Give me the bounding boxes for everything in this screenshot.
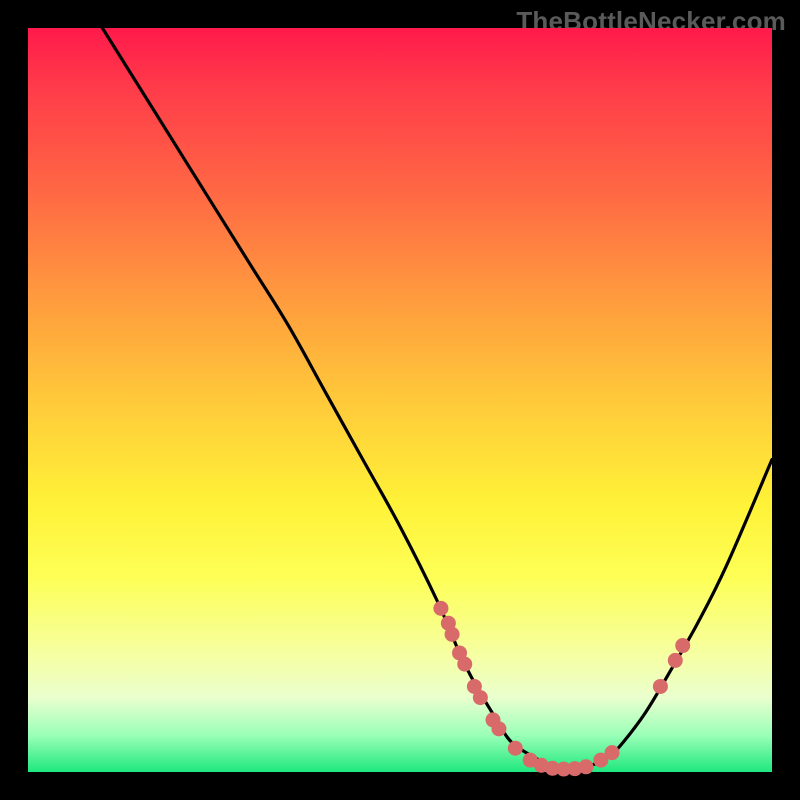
data-marker — [668, 653, 683, 668]
data-marker — [653, 679, 668, 694]
data-marker — [579, 759, 594, 774]
data-marker — [473, 690, 488, 705]
data-marker — [433, 601, 448, 616]
data-marker — [508, 741, 523, 756]
data-marker — [445, 627, 460, 642]
bottleneck-curve — [28, 0, 772, 769]
data-marker — [457, 657, 472, 672]
data-marker — [675, 638, 690, 653]
chart-frame: TheBottleNecker.com — [0, 0, 800, 800]
bottleneck-chart — [28, 28, 772, 772]
data-markers — [433, 601, 690, 777]
data-marker — [605, 745, 620, 760]
data-marker — [491, 721, 506, 736]
plot-area — [28, 28, 772, 772]
